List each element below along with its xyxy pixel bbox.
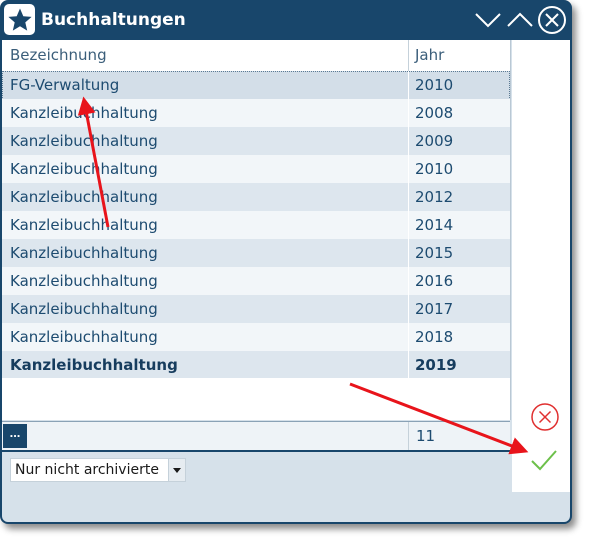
row-name: Kanzleibuchhaltung bbox=[10, 132, 158, 150]
row-year: 2014 bbox=[415, 216, 454, 234]
grid-header: Bezeichnung Jahr bbox=[2, 40, 510, 72]
row-year: 2016 bbox=[415, 272, 454, 290]
cell-divider bbox=[408, 239, 409, 267]
row-year: 2017 bbox=[415, 300, 454, 318]
table-row[interactable]: Kanzleibuchhaltung 2015 bbox=[2, 239, 510, 268]
cell-divider bbox=[408, 211, 409, 239]
cell-divider bbox=[408, 351, 409, 379]
table-row[interactable]: Kanzleibuchhaltung 2018 bbox=[2, 323, 510, 352]
row-year: 2012 bbox=[415, 188, 454, 206]
row-year: 2019 bbox=[415, 356, 457, 374]
table-row[interactable]: Kanzleibuchhaltung 2012 bbox=[2, 183, 510, 212]
table-row[interactable]: Kanzleibuchhaltung 2010 bbox=[2, 155, 510, 184]
table-row[interactable]: Kanzleibuchhaltung 2017 bbox=[2, 295, 510, 324]
row-name: Kanzleibuchhaltung bbox=[10, 272, 158, 290]
cell-divider bbox=[408, 99, 409, 127]
action-pane bbox=[512, 40, 570, 492]
chevron-up-icon[interactable] bbox=[505, 5, 535, 35]
row-name: Kanzleibuchhaltung bbox=[10, 104, 158, 122]
row-name: Kanzleibuchhaltung bbox=[10, 160, 158, 178]
cell-divider bbox=[408, 127, 409, 155]
chevron-down-icon[interactable] bbox=[473, 5, 503, 35]
column-header-jahr[interactable]: Jahr bbox=[415, 40, 444, 71]
row-year: 2009 bbox=[415, 132, 454, 150]
buchhaltungen-window: Buchhaltungen Bezeichnung Jahr FG-Verwal… bbox=[0, 0, 572, 524]
row-name: Kanzleibuchhaltung bbox=[10, 356, 178, 374]
grid-summary-bar: ... 11 bbox=[2, 421, 510, 452]
row-count: 11 bbox=[416, 427, 436, 445]
title-bar[interactable]: Buchhaltungen bbox=[0, 0, 572, 40]
cell-divider bbox=[408, 183, 409, 211]
row-year: 2018 bbox=[415, 328, 454, 346]
row-year: 2015 bbox=[415, 244, 454, 262]
archive-filter-dropdown[interactable]: Nur nicht archivierte bbox=[10, 458, 186, 482]
row-name: Kanzleibuchhaltung bbox=[10, 300, 158, 318]
close-circle-icon[interactable] bbox=[537, 5, 567, 35]
dialog-content: Bezeichnung Jahr FG-Verwaltung 2010 Kanz… bbox=[2, 40, 570, 522]
row-name: FG-Verwaltung bbox=[10, 76, 120, 94]
star-icon bbox=[4, 4, 35, 35]
cell-divider bbox=[408, 155, 409, 183]
table-row[interactable]: Kanzleibuchhaltung 2014 bbox=[2, 211, 510, 240]
summary-divider bbox=[408, 422, 409, 450]
more-button[interactable]: ... bbox=[3, 424, 27, 448]
table-row[interactable]: Kanzleibuchhaltung 2016 bbox=[2, 267, 510, 296]
row-year: 2008 bbox=[415, 104, 454, 122]
row-name: Kanzleibuchhaltung bbox=[10, 328, 158, 346]
cell-divider bbox=[408, 295, 409, 323]
row-name: Kanzleibuchhaltung bbox=[10, 216, 158, 234]
dropdown-arrow-icon[interactable] bbox=[168, 459, 185, 481]
window-title: Buchhaltungen bbox=[41, 10, 186, 30]
cancel-circle-icon[interactable] bbox=[530, 402, 560, 432]
accounting-grid: Bezeichnung Jahr FG-Verwaltung 2010 Kanz… bbox=[2, 40, 511, 420]
grid-empty-area bbox=[2, 378, 510, 420]
row-name: Kanzleibuchhaltung bbox=[10, 244, 158, 262]
column-header-bezeichnung[interactable]: Bezeichnung bbox=[10, 40, 107, 71]
row-year: 2010 bbox=[415, 160, 454, 178]
table-row[interactable]: FG-Verwaltung 2010 bbox=[2, 71, 510, 100]
table-row[interactable]: Kanzleibuchhaltung 2008 bbox=[2, 99, 510, 128]
table-row[interactable]: Kanzleibuchhaltung 2019 bbox=[2, 351, 510, 380]
row-year: 2010 bbox=[415, 76, 454, 94]
row-name: Kanzleibuchhaltung bbox=[10, 188, 158, 206]
table-row[interactable]: Kanzleibuchhaltung 2009 bbox=[2, 127, 510, 156]
cell-divider bbox=[408, 71, 409, 99]
cell-divider bbox=[408, 323, 409, 351]
cell-divider bbox=[408, 267, 409, 295]
checkmark-icon[interactable] bbox=[528, 444, 560, 476]
filter-selected-value: Nur nicht archivierte bbox=[15, 462, 159, 478]
column-divider[interactable] bbox=[408, 40, 409, 71]
